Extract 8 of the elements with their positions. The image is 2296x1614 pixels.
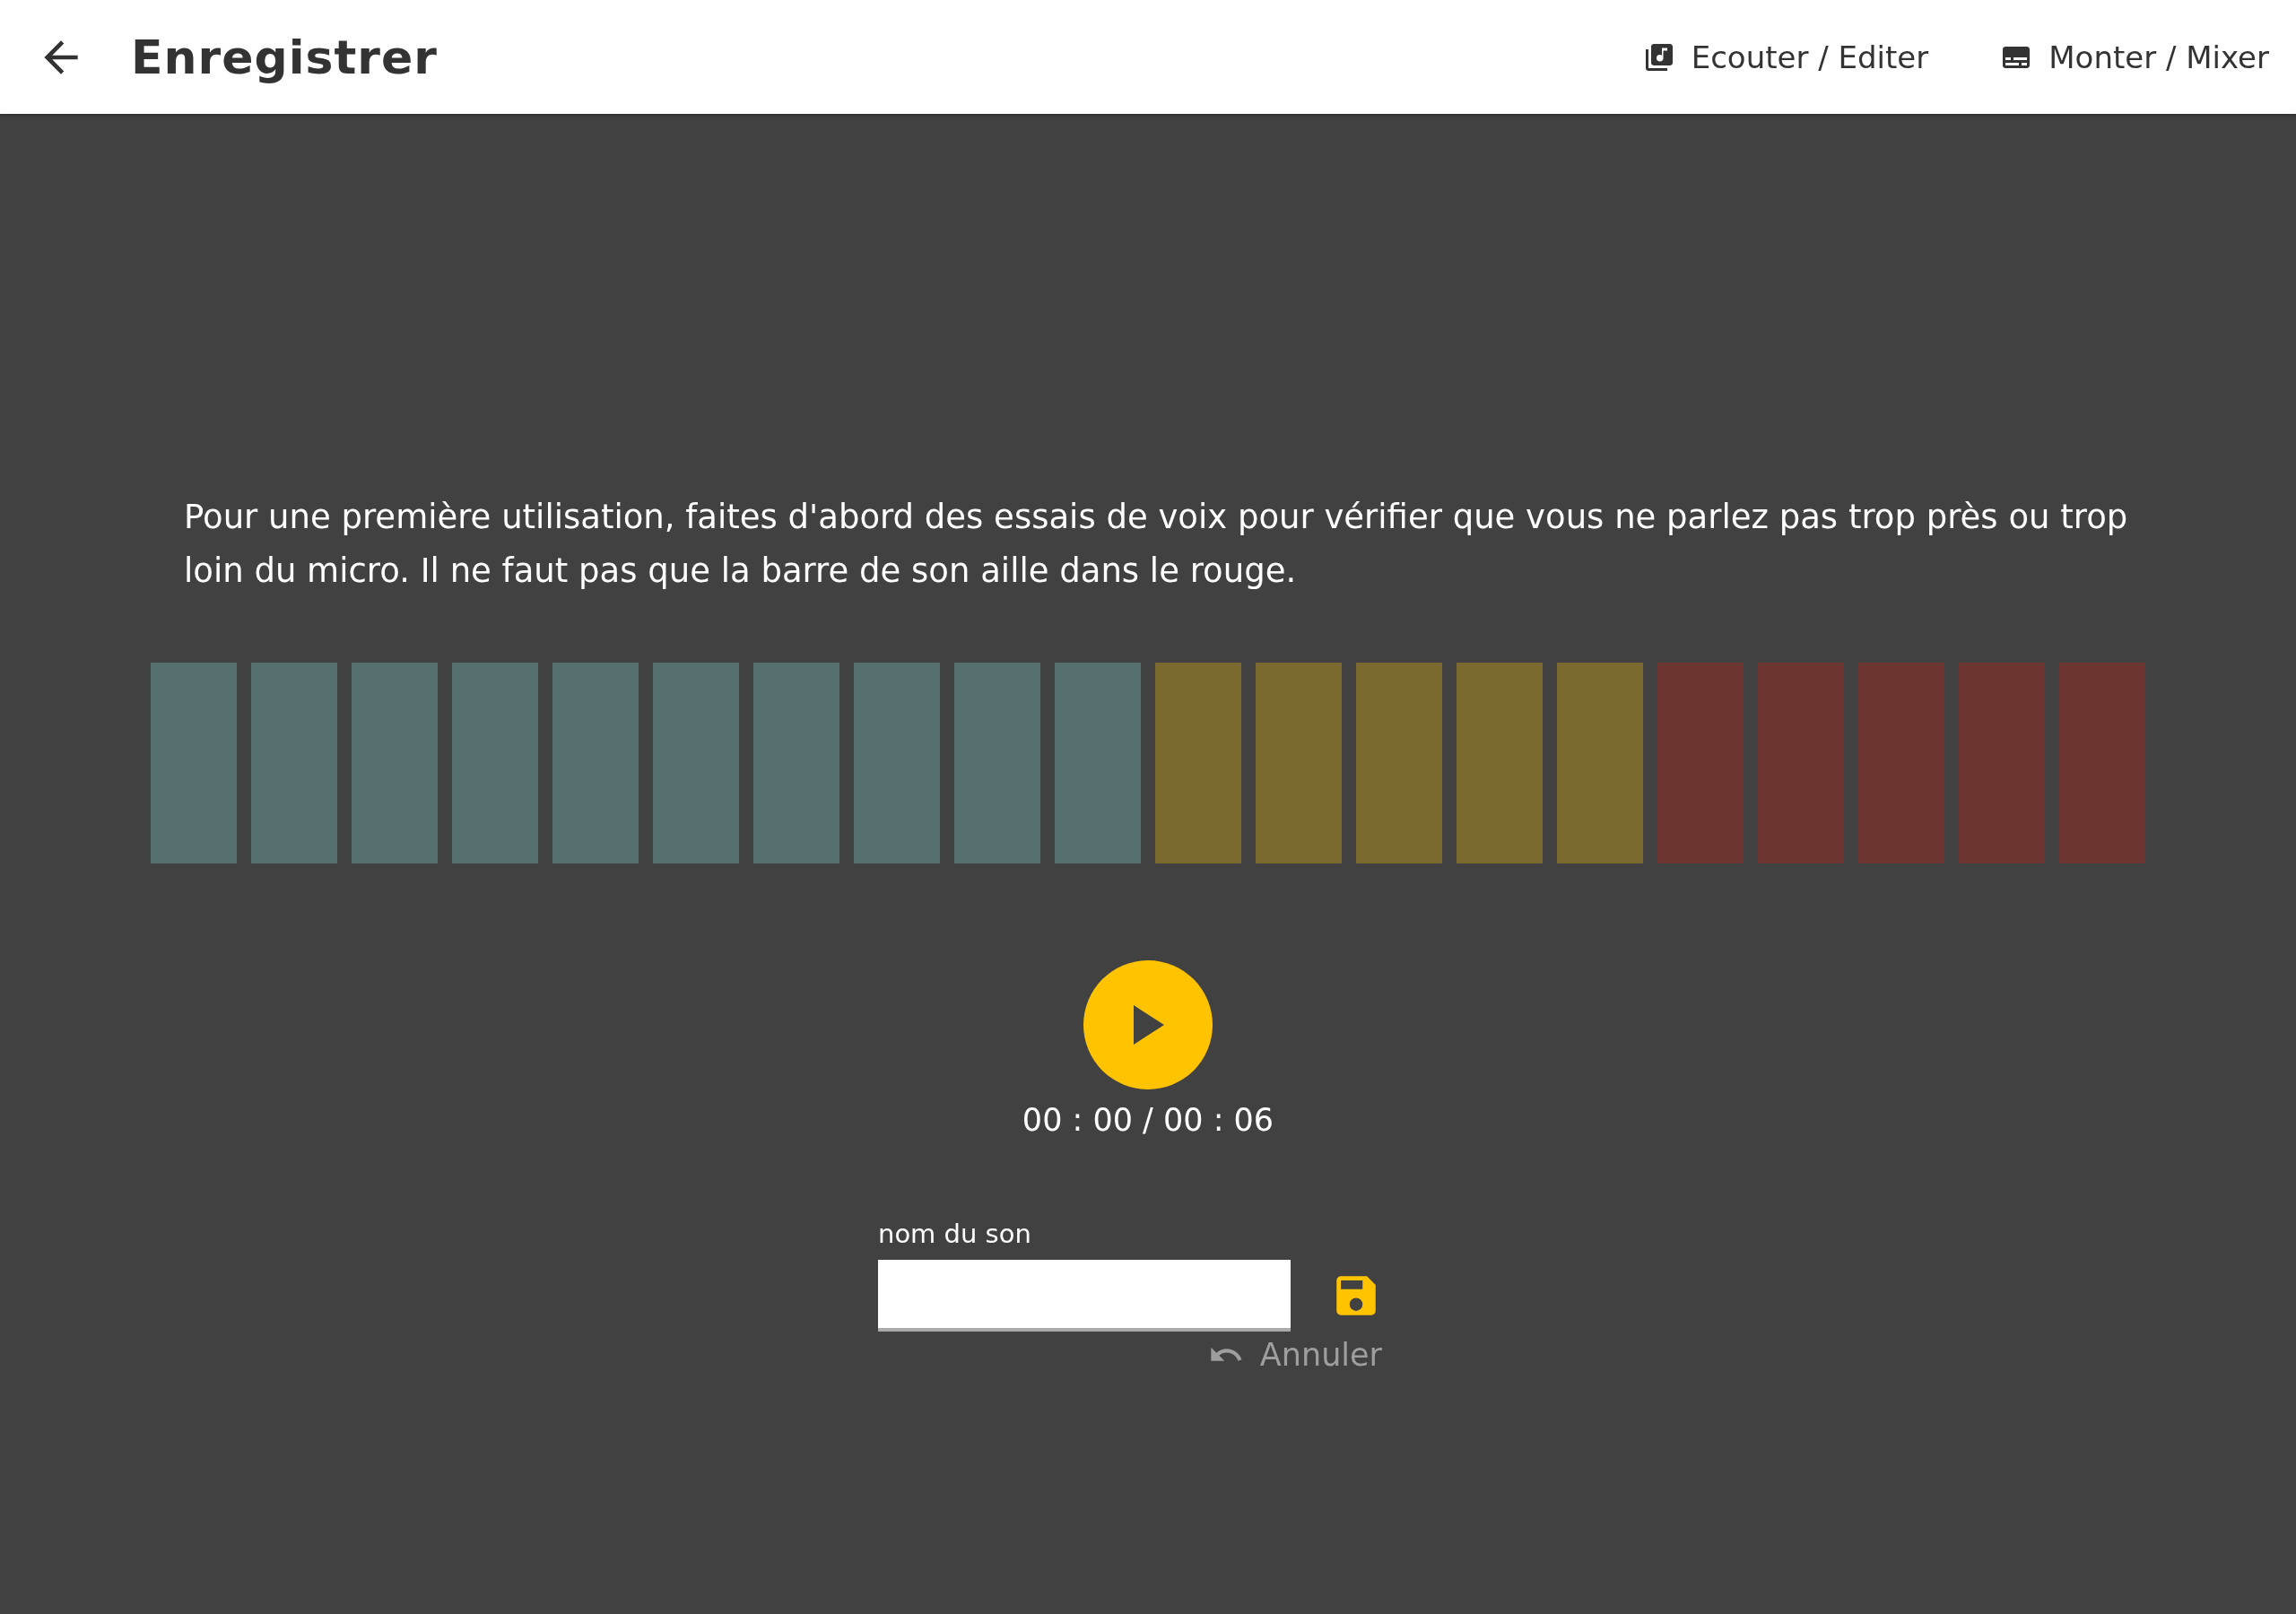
nav-link[interactable]: Ecouter / Editer [1642,39,1929,75]
playback-time: 00 : 00 / 00 : 06 [1022,1102,1274,1138]
cancel-button[interactable]: Annuler [1207,1337,1382,1373]
sound-name-field[interactable] [878,1260,1291,1332]
nav-link[interactable]: Monter / Mixer [2000,39,2269,75]
field-label: nom du son [878,1219,1032,1249]
instruction-text: Pour une première utilisation, faites d'abord des essais de voix pour vérifier que vous ne parlez pas trop près ou trop loin du micro. Il ne faut pas que la barre de son aille dans le rouge. [183,497,2129,592]
page-title: Enregistrer [131,30,439,84]
